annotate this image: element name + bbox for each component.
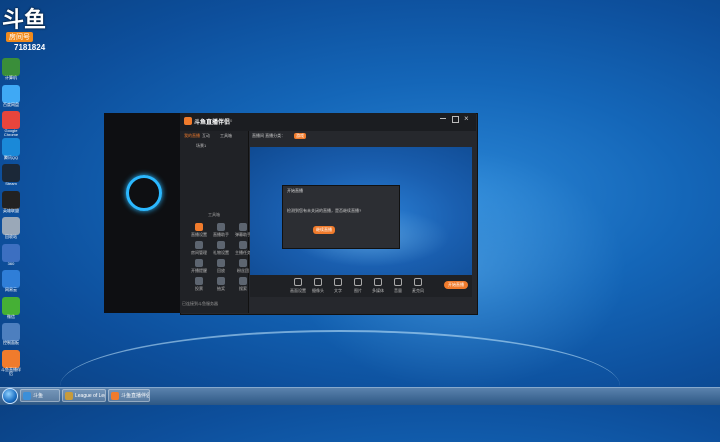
fans-icon[interactable]	[239, 259, 247, 267]
control-label: 画面设置	[290, 288, 306, 293]
control-bar: 画面设置 摄像头 文字 图片 多媒体 音量 麦克风 开始直播	[250, 275, 472, 297]
desktop-icon[interactable]	[2, 270, 20, 288]
tool-label: 直播助手	[213, 232, 229, 237]
desktop-icon-label: 腾讯QQ	[3, 154, 19, 160]
douyu-watermark: 斗鱼 房间号 7181824	[2, 2, 54, 52]
desktop-icon[interactable]	[2, 84, 20, 103]
tool-label: 抽奖	[217, 286, 225, 291]
desktop-icon-label: 英雄联盟	[3, 207, 19, 213]
preview-header: 直播间 直播分类： 游戏	[250, 131, 472, 147]
bell-icon[interactable]	[195, 259, 203, 267]
control-label: 摄像头	[312, 288, 324, 293]
douyu-logo: 斗鱼	[2, 8, 47, 33]
tool-label: 礼物设置	[213, 250, 229, 255]
room-icon[interactable]	[195, 241, 203, 249]
desktop-icon[interactable]	[2, 217, 20, 235]
desktop-icon[interactable]	[2, 111, 20, 129]
desktop-icon[interactable]	[2, 243, 20, 262]
control-label: 麦克风	[412, 288, 424, 293]
desktop-icon[interactable]	[2, 58, 20, 76]
desktop-icon-label: 百度网盘	[3, 101, 19, 107]
tool-label: 回放	[217, 268, 225, 273]
taskbar-item-icon	[23, 392, 31, 400]
desktop-icon-label: 回收站	[5, 234, 17, 239]
taskbar-item-label: 斗鱼	[33, 393, 44, 399]
desktop-icon-label: Google Chrome	[3, 128, 19, 137]
app-version: V6.0	[224, 118, 233, 123]
dialog-text: 检测到您有未关闭的直播，是否继续直播?	[287, 208, 362, 213]
preview-title: 直播间 直播分类：	[252, 133, 286, 138]
desktop-icon[interactable]	[2, 349, 20, 368]
desktop-icon-label: 斗鱼直播伴侣	[1, 366, 21, 376]
desktop-icon[interactable]	[2, 190, 20, 209]
taskbar-item-icon	[65, 392, 73, 400]
control-label: 图片	[354, 288, 362, 293]
desktop-icon[interactable]	[2, 137, 20, 156]
dialog-title: 开始直播	[287, 188, 303, 193]
desktop-icon-label: 控制面板	[3, 340, 19, 345]
desktop-icon[interactable]	[2, 164, 20, 182]
replay-icon[interactable]	[217, 259, 225, 267]
taskbar-item[interactable]: 斗鱼	[20, 389, 60, 402]
desktop-icon[interactable]	[2, 323, 20, 341]
assistant-icon[interactable]	[217, 223, 225, 231]
game-window[interactable]	[104, 113, 180, 313]
desktop-icon[interactable]	[2, 296, 20, 315]
lottery-icon[interactable]	[217, 277, 225, 285]
minimize-button[interactable]	[440, 118, 446, 119]
search-icon[interactable]	[239, 277, 247, 285]
gift-icon[interactable]	[217, 241, 225, 249]
tool-label: 房间管理	[191, 250, 207, 255]
room-label: 房间号	[6, 32, 33, 42]
desktop-icon-label: 网易云	[5, 287, 17, 292]
desktop-icon-label: Steam	[5, 181, 17, 186]
mic-icon[interactable]	[414, 278, 422, 286]
app-header: 斗鱼直播伴侣 V6.0 ×	[180, 113, 476, 131]
desktop-icon-label: 微信	[7, 313, 15, 319]
taskbar-item-label: 斗鱼直播伴侣	[121, 393, 150, 399]
panel-tab[interactable]: 我的直播	[184, 133, 200, 139]
taskbar-item[interactable]: 斗鱼直播伴侣	[108, 389, 150, 402]
app-side-panel: 我的直播 互动 工具箱 场景1 工具箱 直播设置 直播助手 弹幕助手 房间管理 礼物设置 主播…	[180, 131, 251, 313]
task-icon[interactable]	[239, 241, 247, 249]
camera-icon[interactable]	[314, 278, 322, 286]
preview-tag[interactable]: 游戏	[294, 133, 306, 139]
control-label: 文字	[334, 288, 342, 293]
wallpaper-arc	[60, 330, 620, 442]
panel-tab[interactable]: 工具箱	[220, 133, 232, 139]
continue-stream-dialog: 开始直播 检测到您有未关闭的直播，是否继续直播? 继续直播	[282, 185, 400, 249]
screen-icon[interactable]	[294, 278, 302, 286]
panel-caption: 工具箱	[208, 212, 220, 217]
volume-icon[interactable]	[394, 278, 402, 286]
danmaku-icon[interactable]	[239, 223, 247, 231]
game-portal-icon	[126, 175, 162, 211]
room-number: 7181824	[14, 43, 46, 52]
tool-label: 投票	[195, 286, 203, 291]
start-button[interactable]	[2, 388, 18, 404]
control-label: 多媒体	[372, 288, 384, 293]
tool-label: 直播设置	[191, 232, 207, 237]
panel-tab[interactable]: 互动	[202, 133, 210, 139]
control-icon[interactable]	[374, 278, 382, 286]
continue-button[interactable]: 继续直播	[313, 226, 335, 234]
panel-footer: 已连接到斗鱼服务器	[182, 301, 218, 306]
vote-icon[interactable]	[195, 277, 203, 285]
control-label: 音量	[394, 288, 402, 293]
tool-label: 开播提醒	[191, 268, 207, 273]
taskbar-item[interactable]: League of Legends	[62, 389, 106, 402]
scene-name[interactable]: 场景1	[196, 143, 206, 149]
gear-icon[interactable]	[195, 223, 203, 231]
desktop-icon-label: 计算机	[5, 75, 17, 80]
control-icon[interactable]	[334, 278, 342, 286]
start-stream-button[interactable]: 开始直播	[444, 281, 468, 289]
desktop-icon-label: 360	[7, 260, 15, 266]
taskbar-item-icon	[111, 392, 119, 400]
maximize-button[interactable]	[452, 116, 459, 123]
taskbar-item-label: League of Legends	[75, 393, 105, 399]
app-logo-icon	[184, 117, 192, 125]
close-button[interactable]: ×	[464, 114, 469, 123]
control-icon[interactable]	[354, 278, 362, 286]
